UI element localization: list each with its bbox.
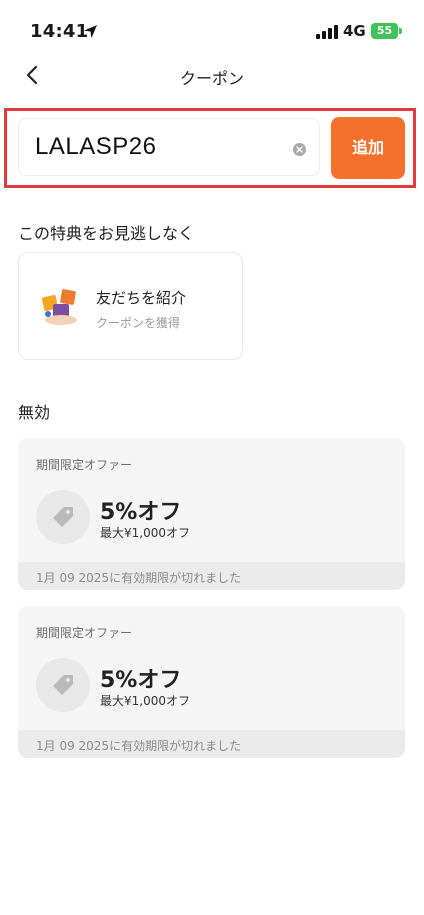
coupon-discount: 5%オフ bbox=[100, 500, 182, 525]
coupon-offer-label: 期間限定オファー bbox=[36, 626, 133, 640]
invalid-section-title: 無効 bbox=[18, 403, 51, 422]
network-type: 4G bbox=[343, 22, 366, 40]
referral-card[interactable]: 友だちを紹介 クーポンを獲得 bbox=[18, 252, 243, 360]
coupon-expiry-text: 1月 09 2025に有効期限が切れました bbox=[36, 571, 242, 585]
add-coupon-button[interactable]: 追加 bbox=[331, 117, 405, 179]
tag-icon bbox=[36, 490, 90, 544]
expired-coupon-card: 期間限定オファー 5%オフ 最大¥1,000オフ 1月 09 2025に有効期限… bbox=[18, 606, 405, 758]
expired-coupon-card: 期間限定オファー 5%オフ 最大¥1,000オフ 1月 09 2025に有効期限… bbox=[18, 438, 405, 590]
referral-subtitle: クーポンを獲得 bbox=[96, 316, 181, 330]
coupon-offer-label: 期間限定オファー bbox=[36, 458, 133, 472]
location-arrow-icon bbox=[83, 24, 98, 39]
clear-icon[interactable] bbox=[293, 143, 306, 156]
referral-title: 友だちを紹介 bbox=[96, 289, 187, 307]
coupon-expiry-strip: 1月 09 2025に有効期限が切れました bbox=[18, 730, 405, 758]
coupon-max-discount: 最大¥1,000オフ bbox=[100, 526, 190, 540]
coupon-code-value: LALASP26 bbox=[35, 133, 157, 160]
coupon-expiry-text: 1月 09 2025に有効期限が切れました bbox=[36, 739, 242, 753]
coupon-discount: 5%オフ bbox=[100, 668, 182, 693]
nav-bar: クーポン bbox=[0, 54, 424, 96]
coupon-code-input[interactable]: LALASP26 bbox=[18, 118, 320, 176]
battery-icon: 55 bbox=[371, 23, 398, 39]
coupon-max-discount: 最大¥1,000オフ bbox=[100, 694, 190, 708]
coupon-expiry-strip: 1月 09 2025に有効期限が切れました bbox=[18, 562, 405, 590]
status-bar: 14:41 4G 55 bbox=[0, 0, 424, 62]
page-title: クーポン bbox=[179, 69, 244, 88]
tag-icon bbox=[36, 658, 90, 712]
status-time: 14:41 bbox=[30, 21, 89, 42]
battery-tip bbox=[399, 28, 402, 34]
promo-section-title: この特典をお見逃しなく bbox=[18, 224, 195, 243]
referral-gift-icon bbox=[42, 289, 77, 325]
signal-icon bbox=[316, 25, 338, 39]
